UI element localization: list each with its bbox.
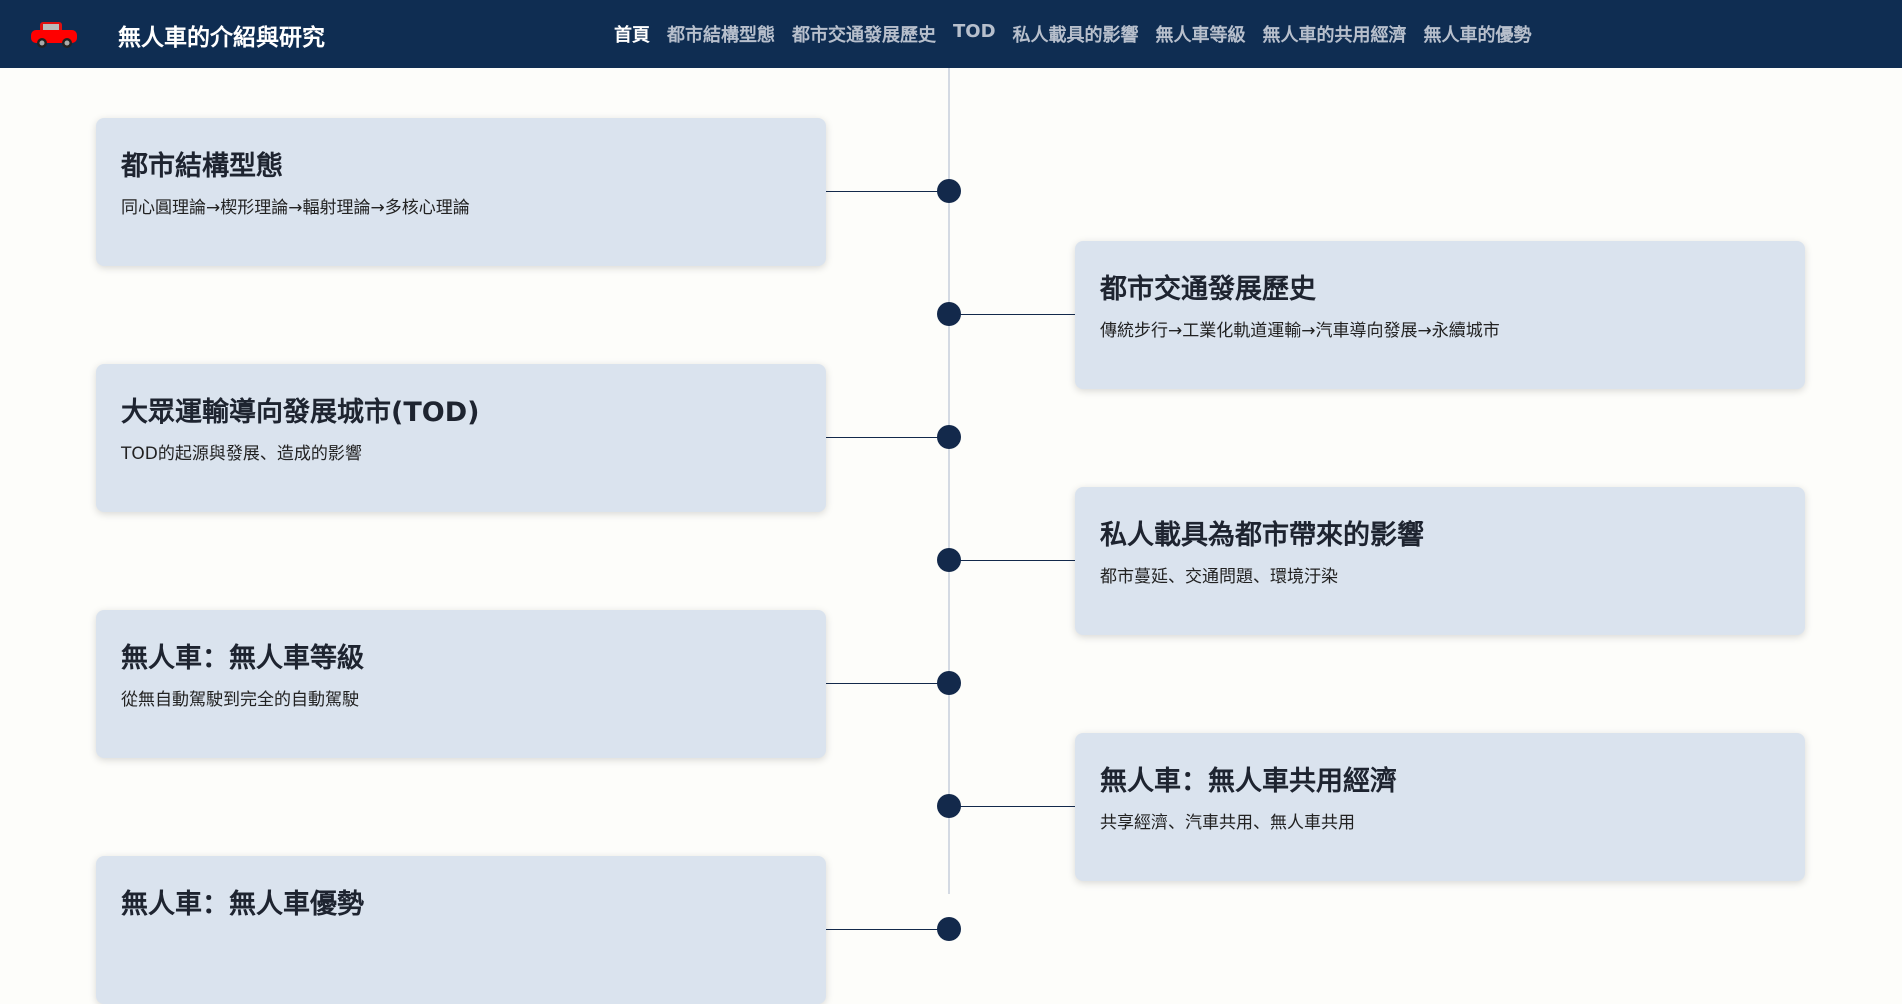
timeline-card[interactable]: 大眾運輸導向發展城市(TOD) TOD的起源與發展、造成的影響 [96,364,826,512]
timeline-card[interactable]: 都市交通發展歷史傳統步行→工業化軌道運輸→汽車導向發展→永續城市 [1075,241,1805,389]
nav-link-av-levels[interactable]: 無人車等級 [1156,21,1246,47]
card-title: 無人車：無人車等級 [121,643,364,674]
card-title: 都市結構型態 [121,151,283,182]
timeline-connector [826,191,949,192]
nav-link-urban-structure[interactable]: 都市結構型態 [667,21,775,47]
nav-link-private-vehicles[interactable]: 私人載具的影響 [1013,21,1139,47]
card-title: 無人車：無人車優勢 [121,889,364,920]
nav-link-transport-history[interactable]: 都市交通發展歷史 [792,21,936,47]
car-icon[interactable] [30,18,80,50]
card-description: 共享經濟、汽車共用、無人車共用 [1100,813,1355,833]
timeline-connector [826,683,949,684]
nav-link-sharing-economy[interactable]: 無人車的共用經濟 [1263,21,1407,47]
card-description: TOD的起源與發展、造成的影響 [121,444,362,464]
card-title: 私人載具為都市帶來的影響 [1100,520,1424,551]
timeline-card[interactable]: 私人載具為都市帶來的影響都市蔓延、交通問題、環境汙染 [1075,487,1805,635]
timeline-card[interactable]: 無人車：無人車優勢 [96,856,826,1004]
nav-link-tod[interactable]: TOD [953,21,996,47]
card-description: 都市蔓延、交通問題、環境汙染 [1100,567,1338,587]
nav-link-av-advantages[interactable]: 無人車的優勢 [1424,21,1532,47]
card-title: 都市交通發展歷史 [1100,274,1316,305]
site-title[interactable]: 無人車的介紹與研究 [118,18,325,52]
timeline-connector [949,314,1075,315]
timeline-card[interactable]: 無人車：無人車共用經濟共享經濟、汽車共用、無人車共用 [1075,733,1805,881]
timeline-connector [949,560,1075,561]
card-title: 無人車：無人車共用經濟 [1100,766,1397,797]
nav-link-home[interactable]: 首頁 [614,21,650,47]
card-description: 傳統步行→工業化軌道運輸→汽車導向發展→永續城市 [1100,321,1500,341]
timeline-connector [826,437,949,438]
timeline-card[interactable]: 都市結構型態同心圓理論→楔形理論→輻射理論→多核心理論 [96,118,826,266]
navbar: 無人車的介紹與研究 首頁 都市結構型態 都市交通發展歷史 TOD 私人載具的影響… [0,0,1902,68]
card-description: 從無自動駕駛到完全的自動駕駛 [121,690,359,710]
nav-links: 首頁 都市結構型態 都市交通發展歷史 TOD 私人載具的影響 無人車等級 無人車… [614,21,1532,47]
timeline-connector [949,806,1075,807]
timeline-card[interactable]: 無人車：無人車等級從無自動駕駛到完全的自動駕駛 [96,610,826,758]
card-description: 同心圓理論→楔形理論→輻射理論→多核心理論 [121,198,470,218]
timeline-connector [826,929,949,930]
card-title: 大眾運輸導向發展城市(TOD) [121,397,480,428]
